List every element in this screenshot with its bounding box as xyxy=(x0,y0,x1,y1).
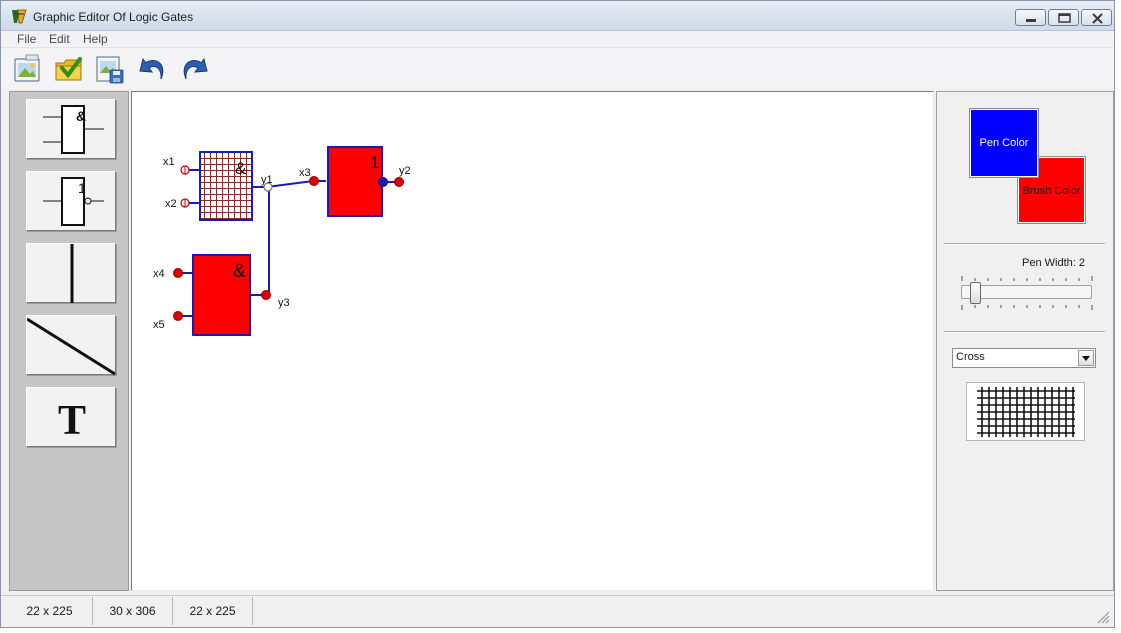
menu-edit[interactable]: Edit xyxy=(49,32,70,46)
status-bar: 22 x 225 30 x 306 22 x 225 xyxy=(1,595,1114,627)
maximize-icon xyxy=(1058,13,1071,23)
properties-panel: Pen Color Brush Color Pen Width: 2 Cross xyxy=(936,91,1114,591)
new-document-button[interactable] xyxy=(12,53,44,85)
chevron-down-icon xyxy=(1082,356,1090,361)
undo-arrow-icon xyxy=(139,57,164,80)
terminal-gate2-output[interactable] xyxy=(378,177,388,187)
cross-pattern-icon xyxy=(977,387,1075,437)
or-gate-symbol: 1 xyxy=(78,180,86,196)
status-pane-3: 22 x 225 xyxy=(173,597,253,625)
vertical-line-icon xyxy=(70,244,74,303)
toolbar xyxy=(1,49,1114,89)
app-logo-icon xyxy=(12,9,27,24)
maximize-button[interactable] xyxy=(1048,9,1079,26)
pen-width-slider-thumb[interactable] xyxy=(970,282,981,304)
and-gate-tool[interactable]: & xyxy=(26,99,116,159)
brush-style-value: Cross xyxy=(956,351,985,363)
label-x5: x5 xyxy=(153,319,165,331)
pen-color-swatch[interactable]: Pen Color xyxy=(970,109,1038,177)
label-y1: y1 xyxy=(261,174,273,186)
resize-grip-icon[interactable] xyxy=(1096,610,1110,624)
terminal-x4[interactable] xyxy=(173,268,183,278)
text-tool-icon: T xyxy=(58,398,86,444)
main-window: Graphic Editor Of Logic Gates File Edit … xyxy=(0,0,1115,628)
gate-3-symbol: & xyxy=(233,261,246,282)
gate-2-symbol: 1 xyxy=(370,153,379,172)
or-not-gate-icon: 1 xyxy=(43,177,104,226)
drawing-canvas[interactable]: & 1 & x1 x2 y1 x3 y2 x4 x5 y3 xyxy=(131,91,934,591)
label-y2: y2 xyxy=(399,165,411,177)
and-gate-1[interactable]: & xyxy=(199,151,253,221)
and-gate-2[interactable]: & xyxy=(192,254,251,336)
brush-pattern-preview xyxy=(966,382,1085,441)
or-not-gate-tool[interactable]: 1 xyxy=(26,171,116,231)
minimize-icon xyxy=(1026,19,1036,22)
save-image-icon xyxy=(96,56,124,84)
status-pane-2: 30 x 306 xyxy=(93,597,173,625)
slider-ticks-bottom xyxy=(961,305,1093,310)
window-title: Graphic Editor Of Logic Gates xyxy=(33,10,194,24)
label-y3: y3 xyxy=(278,297,290,309)
terminal-y2[interactable] xyxy=(394,177,404,187)
slider-ticks-top xyxy=(961,276,1093,281)
label-x1: x1 xyxy=(163,156,175,168)
new-image-icon xyxy=(14,54,40,82)
logic-diagram: & 1 & x1 x2 y1 x3 y2 x4 x5 y3 xyxy=(153,146,411,336)
brush-style-dropdown[interactable]: Cross xyxy=(952,348,1096,368)
diagonal-line-tool[interactable] xyxy=(26,315,116,376)
save-document-button[interactable] xyxy=(94,53,126,85)
menu-help[interactable]: Help xyxy=(83,32,108,46)
terminal-y3[interactable] xyxy=(261,290,271,300)
status-pane-1: 22 x 225 xyxy=(7,597,93,625)
separator-1 xyxy=(944,243,1105,245)
menu-bar: File Edit Help xyxy=(1,31,1114,48)
close-button[interactable] xyxy=(1081,9,1112,26)
text-tool[interactable]: T xyxy=(26,387,116,447)
text-tool-symbol: T xyxy=(58,398,86,444)
open-folder-check-icon xyxy=(55,57,82,81)
menu-file[interactable]: File xyxy=(17,32,36,46)
label-x4: x4 xyxy=(153,268,165,280)
tool-palette: & 1 T xyxy=(9,91,129,591)
dropdown-arrow-button[interactable] xyxy=(1078,350,1094,366)
or-gate-1[interactable]: 1 xyxy=(327,146,383,217)
redo-arrow-icon xyxy=(183,57,208,80)
pen-width-label: Pen Width: 2 xyxy=(1022,257,1085,269)
label-x2: x2 xyxy=(165,198,177,210)
gate-1-symbol: & xyxy=(235,159,247,178)
vertical-line-tool[interactable] xyxy=(26,243,116,303)
title-bar[interactable]: Graphic Editor Of Logic Gates xyxy=(1,1,1114,31)
undo-button[interactable] xyxy=(137,53,169,85)
close-icon xyxy=(1092,13,1103,24)
terminal-x3[interactable] xyxy=(309,176,319,186)
minimize-button[interactable] xyxy=(1015,9,1046,26)
diagonal-line-icon xyxy=(27,317,116,376)
open-document-button[interactable] xyxy=(53,53,85,85)
terminal-x5[interactable] xyxy=(173,311,183,321)
and-gate-icon: & xyxy=(43,105,104,154)
label-x3: x3 xyxy=(299,167,311,179)
separator-2 xyxy=(944,331,1105,333)
and-gate-symbol: & xyxy=(76,108,86,124)
redo-button[interactable] xyxy=(178,53,210,85)
